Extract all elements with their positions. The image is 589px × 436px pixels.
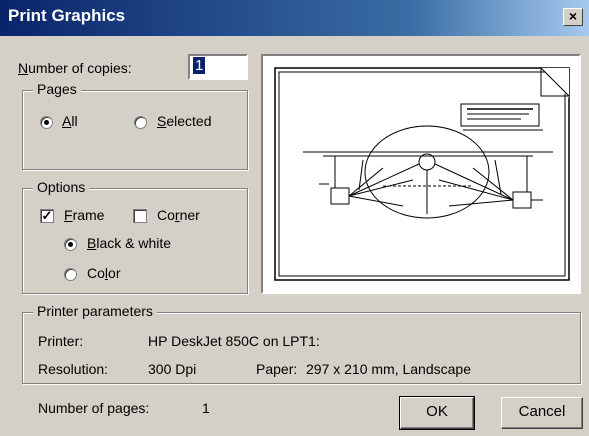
pages-group-title: Pages — [33, 81, 81, 97]
close-icon: × — [568, 8, 578, 24]
copies-input[interactable]: 1 — [188, 54, 248, 80]
paper-value: 297 x 210 mm, Landscape — [306, 361, 471, 377]
resolution-value: 300 Dpi — [148, 361, 197, 377]
printer-parameters-title: Printer parameters — [33, 303, 157, 319]
printer-label: Printer: — [38, 333, 84, 349]
corner-checkbox[interactable] — [133, 209, 147, 223]
pages-all-radio[interactable] — [40, 116, 53, 129]
ok-button[interactable]: OK — [399, 396, 475, 430]
color-radio[interactable] — [64, 268, 77, 281]
pages-selected-label[interactable]: Selected — [157, 113, 212, 129]
black-white-label[interactable]: Black & white — [87, 235, 171, 251]
copies-label: Number of copies: — [18, 60, 132, 76]
copies-value: 1 — [193, 57, 206, 74]
pages-selected-radio[interactable] — [134, 116, 147, 129]
print-preview — [261, 54, 581, 294]
preview-drawing — [274, 67, 570, 281]
resolution-label: Resolution: — [38, 361, 109, 377]
printer-value: HP DeskJet 850C on LPT1: — [148, 333, 320, 349]
frame-label[interactable]: Frame — [64, 207, 104, 223]
window-title: Print Graphics — [8, 6, 126, 25]
pages-group: Pages — [22, 81, 248, 170]
number-of-pages-label: Number of pages: — [38, 400, 150, 416]
black-white-radio[interactable] — [64, 238, 77, 251]
pages-all-label[interactable]: All — [62, 113, 78, 129]
title-bar[interactable]: Print Graphics × — [0, 0, 589, 36]
color-label[interactable]: Color — [87, 265, 120, 281]
corner-label[interactable]: Corner — [157, 207, 200, 223]
print-graphics-dialog: Print Graphics × Number of copies: 1 Pag… — [0, 0, 589, 436]
frame-checkbox[interactable]: ✓ — [40, 209, 54, 223]
paper-label: Paper: — [256, 361, 298, 377]
close-button[interactable]: × — [563, 8, 583, 26]
options-group-title: Options — [33, 179, 90, 195]
checkmark-icon: ✓ — [41, 208, 53, 223]
number-of-pages-value: 1 — [202, 400, 210, 416]
cancel-button[interactable]: Cancel — [501, 397, 583, 429]
